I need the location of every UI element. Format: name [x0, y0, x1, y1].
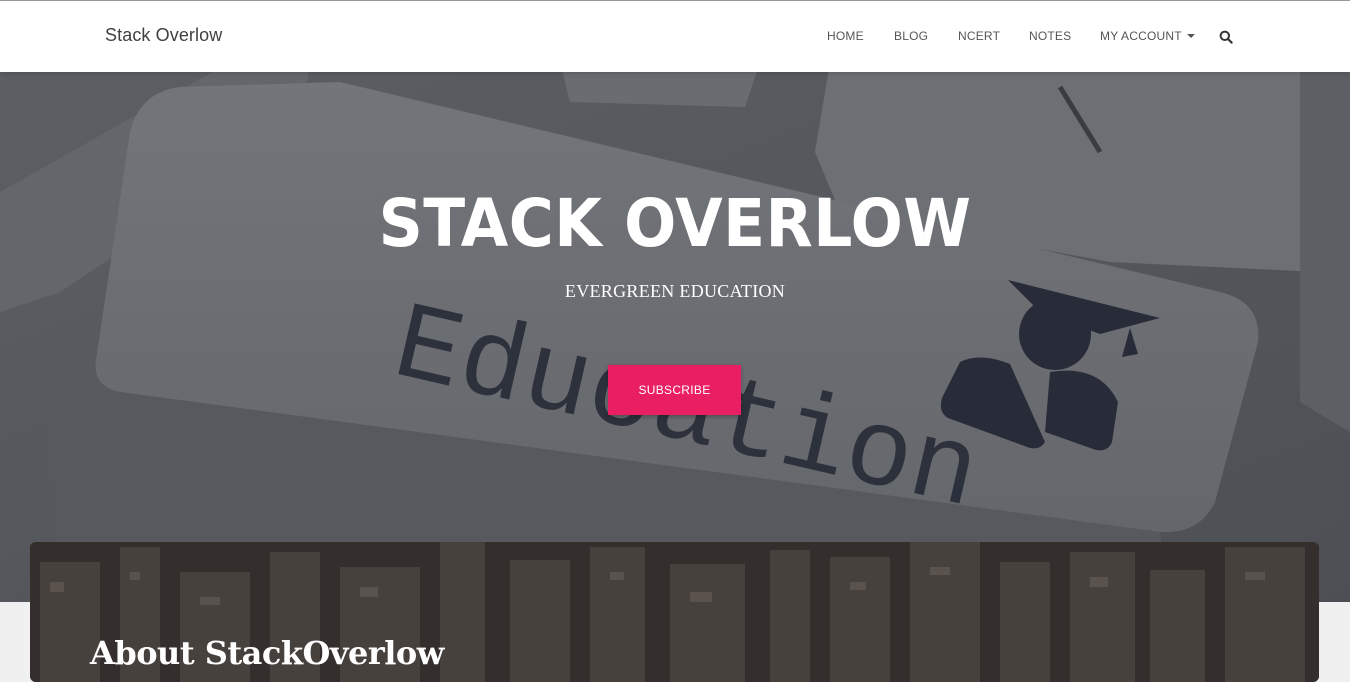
hero-subtitle: EVERGREEN EDUCATION [564, 281, 786, 301]
nav-item-my-account-label: MY ACCOUNT [1100, 29, 1182, 43]
navbar: Stack Overlow HOME BLOG NCERT NOTES MY A… [0, 1, 1350, 72]
nav-item-ncert[interactable]: NCERT [958, 29, 1000, 43]
nav-item-my-account[interactable]: MY ACCOUNT [1100, 29, 1195, 43]
nav-item-home[interactable]: HOME [827, 29, 864, 43]
caret-down-icon [1186, 33, 1195, 38]
main-menu: HOME BLOG NCERT NOTES MY ACCOUNT [0, 29, 1350, 49]
nav-item-notes[interactable]: NOTES [1029, 29, 1071, 43]
about-card: About StackOverlow [30, 542, 1319, 682]
hero-background-image: Education [0, 72, 1350, 602]
search-icon[interactable] [1219, 30, 1233, 44]
nav-item-blog[interactable]: BLOG [894, 29, 928, 43]
about-title: About StackOverlow [90, 634, 444, 672]
hero-title: STACK OVERLOW [378, 185, 972, 262]
hero-section: Education STACK OVERLOW EVERGREEN EDUCAT… [0, 72, 1350, 602]
subscribe-button[interactable]: SUBSCRIBE [608, 365, 741, 415]
